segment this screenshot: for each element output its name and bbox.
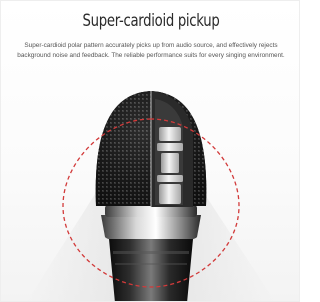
microphone-illustration <box>27 91 275 301</box>
product-feature-card: Super-cardioid pickup Super-cardioid pol… <box>0 0 300 302</box>
